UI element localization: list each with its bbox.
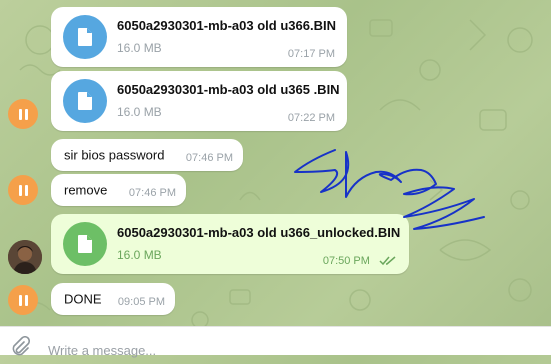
message-time: 07:17 PM: [287, 48, 335, 60]
message-text: sir bios password: [64, 147, 165, 163]
voice-pause-avatar[interactable]: [8, 175, 38, 205]
file-size: 16.0 MB: [117, 105, 162, 119]
message-time-label: 07:50 PM: [322, 255, 370, 267]
text-message: remove 07:46 PM: [51, 174, 186, 206]
message-input[interactable]: [48, 336, 538, 364]
message-text: DONE: [64, 291, 102, 307]
file-size: 16.0 MB: [117, 41, 162, 55]
double-check-icon: [379, 256, 396, 266]
message-time: 07:50 PM: [323, 255, 397, 267]
text-message: DONE 09:05 PM: [51, 283, 175, 315]
message-composer: [0, 326, 551, 364]
message-time: 07:46 PM: [128, 187, 176, 199]
file-size: 16.0 MB: [117, 248, 162, 262]
message-time: 07:46 PM: [185, 152, 233, 164]
file-name: 6050a2930301-mb-a03 old u365 .BIN: [117, 82, 340, 97]
paperclip-icon[interactable]: [10, 336, 30, 356]
file-message-outgoing[interactable]: 6050a2930301-mb-a03 old u366_unlocked.BI…: [51, 214, 409, 274]
file-name: 6050a2930301-mb-a03 old u366.BIN: [117, 18, 336, 33]
document-icon[interactable]: [63, 222, 107, 266]
document-icon[interactable]: [63, 79, 107, 123]
message-text: remove: [64, 182, 108, 198]
voice-pause-avatar[interactable]: [8, 99, 38, 129]
document-icon[interactable]: [63, 15, 107, 59]
message-time: 07:22 PM: [287, 112, 335, 124]
message-time: 09:05 PM: [117, 296, 165, 308]
file-message[interactable]: 6050a2930301-mb-a03 old u366.BIN 16.0 MB…: [51, 7, 347, 67]
text-message: sir bios password 07:46 PM: [51, 139, 243, 171]
voice-pause-avatar[interactable]: [8, 285, 38, 315]
file-name: 6050a2930301-mb-a03 old u366_unlocked.BI…: [117, 225, 401, 240]
user-avatar[interactable]: [8, 240, 42, 274]
file-message[interactable]: 6050a2930301-mb-a03 old u365 .BIN 16.0 M…: [51, 71, 347, 131]
